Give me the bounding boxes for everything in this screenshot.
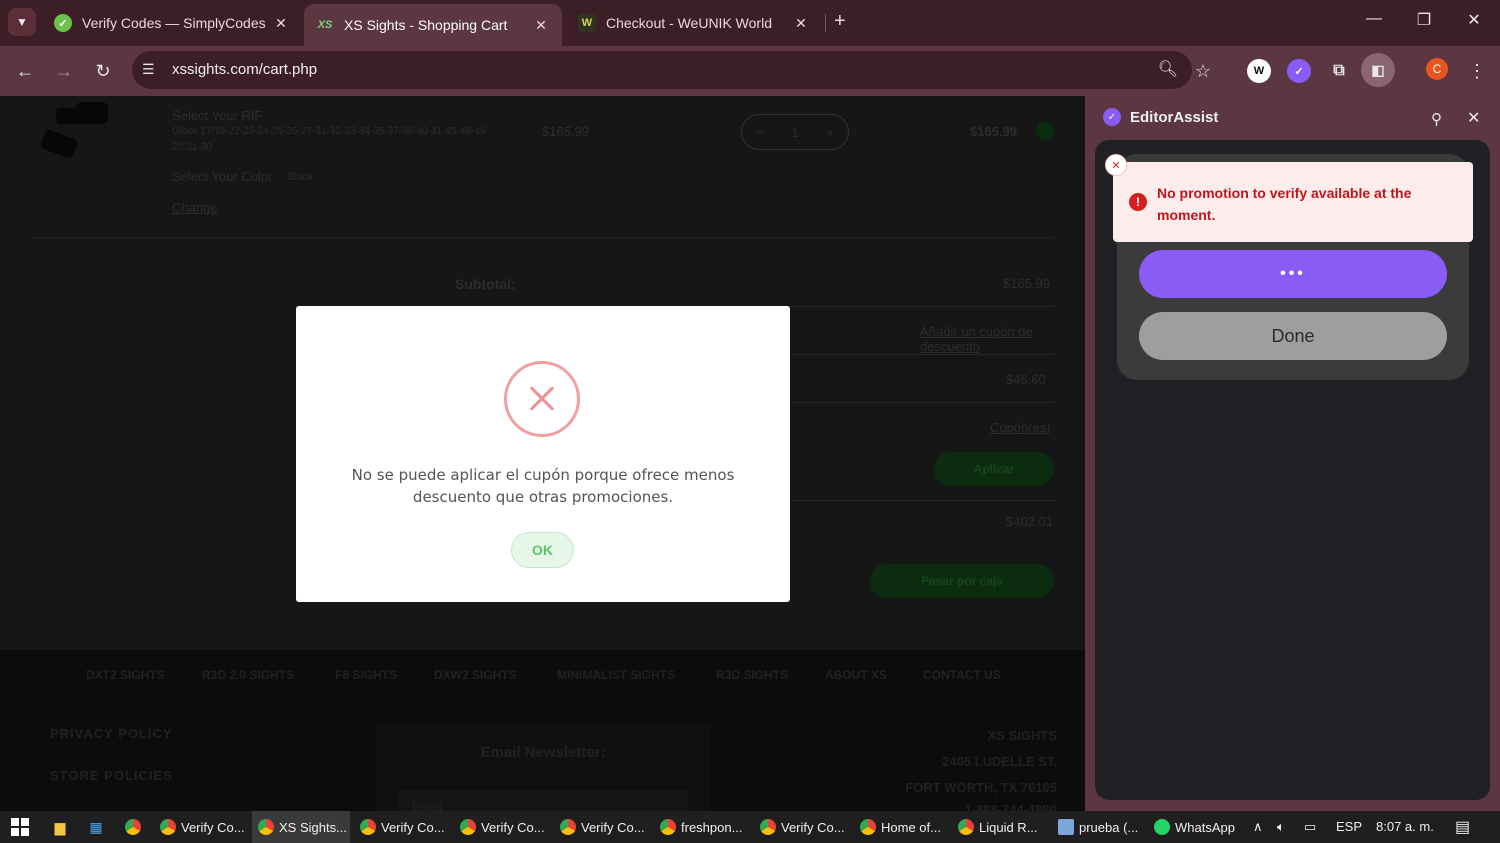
tab-title: XS Sights - Shopping Cart xyxy=(344,17,508,33)
toast-close-icon[interactable]: ✕ xyxy=(1105,154,1127,176)
taskbar-item[interactable]: freshpon... xyxy=(654,811,748,843)
done-button[interactable]: Done xyxy=(1139,312,1447,360)
chrome-icon xyxy=(460,819,476,835)
error-exclamation-icon: ! xyxy=(1129,193,1147,211)
taskbar-item[interactable]: Verify Co... xyxy=(154,811,251,843)
taskbar-item[interactable]: Verify Co... xyxy=(354,811,451,843)
clock[interactable]: 8:07 a. m. xyxy=(1376,819,1434,834)
notifications-icon[interactable]: ▤ xyxy=(1455,817,1470,837)
side-panel-icon[interactable]: ◧ xyxy=(1361,53,1395,87)
taskbar-item[interactable]: Verify Co... xyxy=(454,811,551,843)
volume-icon[interactable]: 🔈︎ xyxy=(1277,819,1285,835)
editorassist-logo-icon: ✓ xyxy=(1103,108,1121,126)
close-tab-icon[interactable]: ✕ xyxy=(792,15,810,32)
extensions-puzzle-icon[interactable]: ⧉ xyxy=(1327,59,1351,83)
weunik-icon: W xyxy=(578,14,596,32)
notepad-icon xyxy=(1058,819,1074,835)
chrome-icon xyxy=(760,819,776,835)
reload-icon[interactable]: ↻ xyxy=(90,58,116,84)
language-indicator[interactable]: ESP xyxy=(1336,819,1362,834)
chrome-icon xyxy=(860,819,876,835)
taskbar-item-label: Verify Co... xyxy=(181,819,245,835)
ok-button[interactable]: OK xyxy=(511,532,574,568)
side-panel-title: EditorAssist xyxy=(1130,108,1219,126)
error-toast: ✕ ! No promotion to verify available at … xyxy=(1105,154,1473,242)
side-panel: ✓ EditorAssist ⚲ ✕ ••• Done ✕ ! No promo… xyxy=(1085,96,1500,811)
tab-title: Verify Codes — SimplyCodes xyxy=(82,15,266,31)
tab-title: Checkout - WeUNIK World xyxy=(606,15,772,31)
profile-avatar[interactable]: C xyxy=(1426,58,1448,80)
close-panel-icon[interactable]: ✕ xyxy=(1467,108,1480,128)
xs-sights-icon: XS xyxy=(317,19,333,31)
close-window-icon[interactable]: ✕ xyxy=(1459,10,1489,30)
chrome-icon[interactable] xyxy=(123,817,143,837)
back-icon[interactable]: ← xyxy=(12,58,38,84)
tab-xs-sights[interactable]: XS XS Sights - Shopping Cart ✕ xyxy=(304,4,562,46)
simplycodes-icon: ✓ xyxy=(54,14,72,32)
taskbar-item-label: Verify Co... xyxy=(481,819,545,835)
minimize-icon[interactable]: — xyxy=(1359,10,1389,28)
chrome-icon xyxy=(258,819,274,835)
zoom-icon[interactable]: 🔍︎ xyxy=(1158,59,1178,79)
tab-search-button[interactable]: ▼ xyxy=(8,8,36,36)
chrome-icon xyxy=(958,819,974,835)
taskbar-item-label: Verify Co... xyxy=(381,819,445,835)
error-x-icon xyxy=(504,361,580,437)
taskbar-item[interactable]: Liquid R... xyxy=(952,811,1044,843)
network-icon[interactable]: ▭ xyxy=(1304,819,1316,835)
extension-w-icon[interactable]: W xyxy=(1247,59,1271,83)
taskbar-item[interactable]: prueba (... xyxy=(1052,811,1144,843)
chrome-icon xyxy=(660,819,676,835)
new-tab-button[interactable]: + xyxy=(834,10,846,33)
taskbar-item-label: XS Sights... xyxy=(279,819,347,835)
menu-kebab-icon[interactable]: ⋮ xyxy=(1464,58,1490,84)
taskbar-item[interactable]: Verify Co... xyxy=(754,811,851,843)
taskbar-item-label: WhatsApp xyxy=(1175,819,1235,835)
restore-icon[interactable]: ❐ xyxy=(1409,10,1439,30)
close-tab-icon[interactable]: ✕ xyxy=(272,15,290,32)
tab-checkout-weunik[interactable]: W Checkout - WeUNIK World ✕ xyxy=(566,6,822,40)
taskbar-item-label: prueba (... xyxy=(1079,819,1139,835)
windows-taskbar: ▆ ▦ Verify Co... XS Sights... Verify Co.… xyxy=(0,811,1500,843)
bookmark-star-icon[interactable]: ☆ xyxy=(1190,58,1216,84)
address-bar[interactable]: ☰ xssights.com/cart.php 🔍︎ xyxy=(132,51,1192,89)
tab-strip: ▼ ✓ Verify Codes — SimplyCodes ✕ XS XS S… xyxy=(0,0,1500,46)
windows-start-icon[interactable] xyxy=(10,817,30,837)
chrome-icon xyxy=(160,819,176,835)
url-text: xssights.com/cart.php xyxy=(172,61,318,78)
forward-icon[interactable]: → xyxy=(51,58,77,84)
loading-button[interactable]: ••• xyxy=(1139,250,1447,298)
dialog-message: No se puede aplicar el cupón porque ofre… xyxy=(351,466,735,506)
taskbar-item-label: Verify Co... xyxy=(581,819,645,835)
chrome-icon xyxy=(360,819,376,835)
toast-message: No promotion to verify available at the … xyxy=(1157,185,1412,223)
side-panel-header: ✓ EditorAssist xyxy=(1103,108,1218,126)
taskbar-item[interactable]: XS Sights... xyxy=(252,811,350,843)
taskbar-item[interactable]: Verify Co... xyxy=(554,811,651,843)
taskbar-item[interactable]: Home of... xyxy=(854,811,947,843)
taskbar-item-label: Home of... xyxy=(881,819,941,835)
editorassist-extension-icon[interactable]: ✓ xyxy=(1287,59,1311,83)
whatsapp-icon xyxy=(1154,819,1170,835)
chrome-icon xyxy=(560,819,576,835)
taskbar-item-label: Verify Co... xyxy=(781,819,845,835)
site-info-icon[interactable]: ☰ xyxy=(142,61,155,78)
chevron-up-icon[interactable]: ∧ xyxy=(1253,819,1263,835)
taskbar-item-label: freshpon... xyxy=(681,819,743,835)
error-dialog: No se puede aplicar el cupón porque ofre… xyxy=(296,306,790,602)
close-tab-icon[interactable]: ✕ xyxy=(532,17,550,34)
tab-verify-codes[interactable]: ✓ Verify Codes — SimplyCodes ✕ xyxy=(42,6,302,40)
file-explorer-icon[interactable]: ▆ xyxy=(50,817,70,837)
taskbar-item-label: Liquid R... xyxy=(979,819,1038,835)
taskbar-item[interactable]: WhatsApp xyxy=(1148,811,1241,843)
store-icon[interactable]: ▦ xyxy=(86,817,106,837)
browser-toolbar: ← → ↻ ☰ xssights.com/cart.php 🔍︎ ☆ W ✓ ⧉… xyxy=(0,46,1500,96)
unpin-icon[interactable]: ⚲ xyxy=(1431,110,1442,128)
tab-separator xyxy=(825,14,826,32)
